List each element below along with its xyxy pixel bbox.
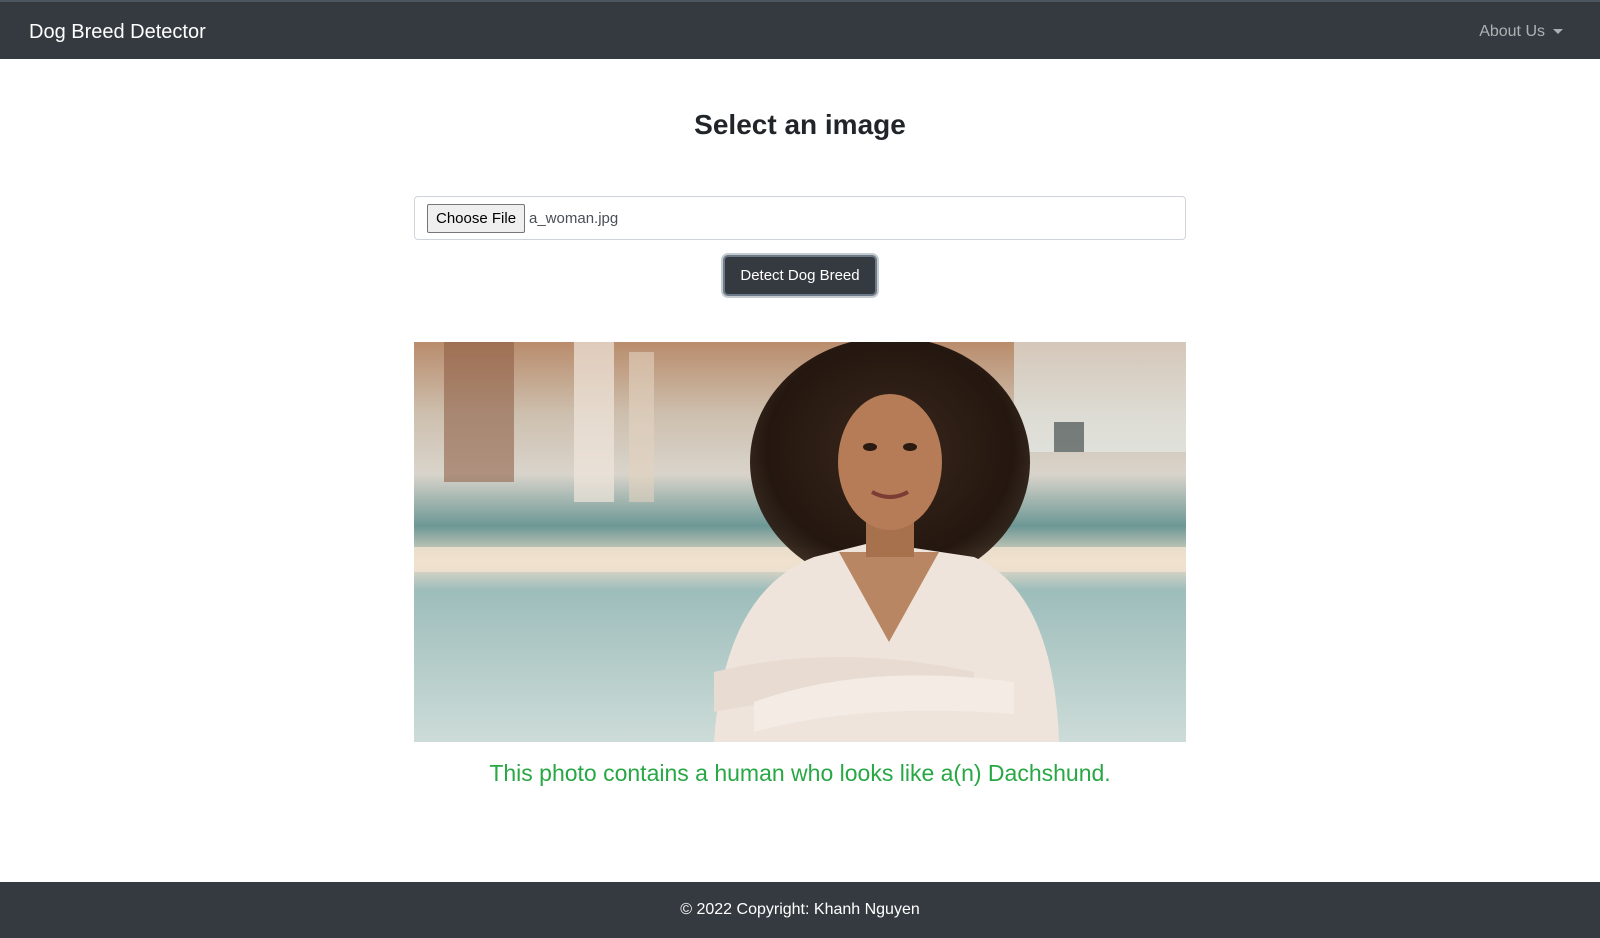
uploaded-photo (414, 342, 1186, 742)
about-us-label: About Us (1479, 23, 1545, 40)
detection-result: This photo contains a human who looks li… (489, 760, 1111, 786)
page-title: Select an image (694, 109, 906, 140)
file-input[interactable]: Choose File a_woman.jpg (414, 196, 1186, 240)
caret-down-icon (1553, 28, 1563, 34)
about-us-dropdown[interactable]: About Us (1479, 22, 1563, 42)
footer: © 2022 Copyright: Khanh Nguyen (0, 882, 1600, 938)
brand-link[interactable]: Dog Breed Detector (29, 20, 206, 44)
copyright-text: © 2022 Copyright: Khanh Nguyen (680, 901, 920, 918)
woman-photo-illustration (414, 342, 1186, 742)
choose-file-button[interactable]: Choose File (427, 204, 526, 233)
page: Dog Breed Detector About Us Select an im… (0, 0, 1600, 938)
detect-dog-breed-button[interactable]: Detect Dog Breed (723, 255, 877, 296)
selected-file-name: a_woman.jpg (529, 210, 619, 227)
top-navbar: Dog Breed Detector About Us (0, 0, 1600, 59)
